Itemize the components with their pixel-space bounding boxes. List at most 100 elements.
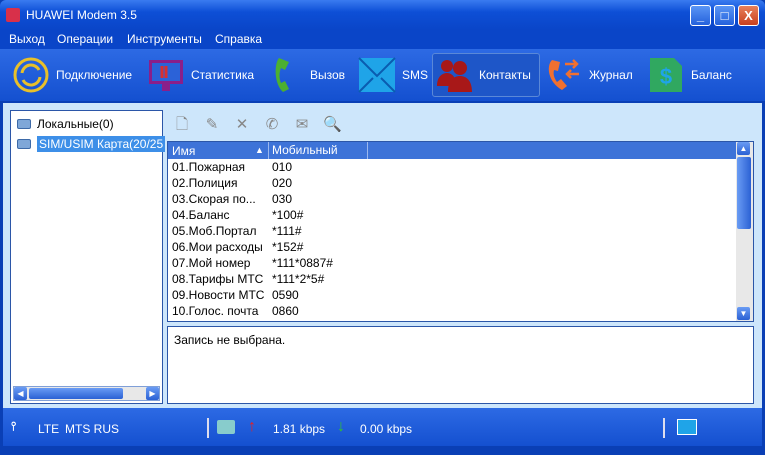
contact-mobile: *100# [272, 208, 304, 222]
upload-arrow-icon: ↑ [248, 418, 256, 435]
tree-item-label: SIM/USIM Карта(20/25 [37, 136, 166, 152]
contact-mobile: 0860 [272, 304, 299, 318]
toolbar-sms[interactable]: SMS [358, 53, 428, 97]
maximize-button[interactable]: □ [714, 5, 735, 26]
contact-detail: Запись не выбрана. [167, 326, 754, 404]
column-name[interactable]: Имя [172, 144, 195, 158]
statistics-icon [147, 56, 185, 94]
close-button[interactable]: X [738, 5, 759, 26]
separator [663, 418, 665, 438]
table-header: Имя ▲ Мобильный [168, 142, 736, 159]
contact-mobile: *111*0887# [272, 256, 333, 270]
column-mobile[interactable]: Мобильный [268, 142, 368, 159]
toolbar-connect-label: Подключение [56, 68, 133, 82]
table-row[interactable]: 09.Новости МТС 0590 [168, 287, 736, 303]
upload-speed: 1.81 kbps [273, 422, 326, 436]
toolbar-balance-label: Баланс [691, 68, 732, 82]
connect-icon [12, 56, 50, 94]
menu-bar: Выход Операции Инструменты Справка [0, 30, 765, 49]
contact-name: 03.Скорая по... [172, 192, 256, 206]
log-icon [545, 56, 583, 94]
menu-operations[interactable]: Операции [57, 32, 113, 46]
contact-name: 09.Новости МТС [172, 288, 265, 302]
balance-icon: $ [647, 56, 685, 94]
toolbar-statistics-label: Статистика [191, 68, 255, 82]
contact-name: 01.Пожарная [172, 160, 246, 174]
sms-icon [358, 56, 396, 94]
signal-icon: ⫯ [11, 419, 17, 433]
download-arrow-icon: ↓ [337, 418, 345, 435]
table-row[interactable]: 05.Моб.Портал *111# [168, 223, 736, 239]
app-icon [6, 8, 20, 22]
contact-name: 02.Полиция [172, 176, 238, 190]
scroll-thumb[interactable] [737, 157, 751, 229]
sort-ascending-icon: ▲ [255, 145, 264, 155]
contact-mobile: *111# [272, 224, 302, 238]
folder-icon [17, 119, 31, 129]
tree-item-local[interactable]: Локальные(0) [17, 116, 114, 132]
contact-name: 05.Моб.Портал [172, 224, 257, 238]
toolbar-statistics[interactable]: Статистика [147, 53, 254, 97]
contact-name: 08.Тарифы МТС [172, 272, 264, 286]
horizontal-scrollbar[interactable]: ◀ ▶ [13, 386, 160, 401]
delete-contact-icon[interactable]: ✕ [233, 116, 251, 134]
toolbar-log[interactable]: Журнал [545, 53, 633, 97]
scroll-up-button[interactable]: ▲ [737, 142, 750, 155]
svg-text:$: $ [660, 64, 672, 89]
contact-name: 04.Баланс [172, 208, 230, 222]
folder-open-icon [17, 139, 31, 149]
scroll-left-button[interactable]: ◀ [14, 387, 27, 400]
toolbar-balance[interactable]: $ Баланс [647, 53, 732, 97]
toolbar-call[interactable]: Вызов [268, 53, 345, 97]
phone-icon [268, 56, 304, 94]
main-toolbar: Подключение Статистика Вызов SMS Контакт… [0, 49, 765, 101]
toolbar-sms-label: SMS [402, 68, 429, 82]
table-row[interactable]: 01.Пожарная 010 [168, 159, 736, 175]
contacts-table: Имя ▲ Мобильный 01.Пожарная 010 02.Полиция… [167, 141, 754, 322]
call-contact-icon[interactable]: ✆ [263, 116, 281, 134]
contact-mobile: 0590 [272, 288, 299, 302]
message-icon[interactable] [677, 419, 697, 435]
contact-name: 10.Голос. почта [172, 304, 259, 318]
scroll-thumb[interactable] [29, 388, 123, 399]
tree-item-sim[interactable]: SIM/USIM Карта(20/25 [17, 136, 166, 152]
contact-mobile: *152# [272, 240, 304, 254]
connection-icon [217, 420, 235, 434]
scroll-right-button[interactable]: ▶ [146, 387, 159, 400]
menu-exit[interactable]: Выход [9, 32, 45, 46]
table-row[interactable]: 04.Баланс *100# [168, 207, 736, 223]
contact-mobile: 010 [272, 160, 293, 174]
send-sms-icon[interactable]: ✉ [293, 116, 311, 134]
contacts-icon [435, 56, 473, 94]
contact-mobile: 020 [272, 176, 293, 190]
edit-contact-icon[interactable]: ✎ [203, 116, 221, 134]
status-bar: ⫯ LTE MTS RUS ↑ 1.81 kbps ↓ 0.00 kbps [3, 408, 762, 446]
operator-name: MTS RUS [65, 422, 119, 436]
table-row[interactable]: 10.Голос. почта 0860 [168, 303, 736, 319]
toolbar-contacts-label: Контакты [479, 68, 531, 82]
vertical-scrollbar[interactable]: ▲ ▼ [736, 142, 753, 321]
menu-tools[interactable]: Инструменты [127, 32, 202, 46]
contacts-tree: Локальные(0) SIM/USIM Карта(20/25 ◀ ▶ [10, 110, 166, 404]
toolbar-log-label: Журнал [589, 68, 633, 82]
menu-help[interactable]: Справка [215, 32, 262, 46]
contact-name: 06.Мои расходы [172, 240, 263, 254]
contact-mobile: *111*2*5# [272, 272, 325, 286]
window-title: HUAWEI Modem 3.5 [26, 8, 137, 22]
minimize-button[interactable]: _ [690, 5, 711, 26]
contact-name: 07.Мой номер [172, 256, 251, 270]
search-icon[interactable]: 🔍 [323, 116, 342, 134]
table-row[interactable]: 06.Мои расходы *152# [168, 239, 736, 255]
scroll-down-button[interactable]: ▼ [737, 307, 750, 320]
table-row[interactable]: 07.Мой номер *111*0887# [168, 255, 736, 271]
tree-item-label: Локальные(0) [37, 117, 114, 131]
toolbar-connect[interactable]: Подключение [12, 53, 132, 97]
table-row[interactable]: 03.Скорая по... 030 [168, 191, 736, 207]
toolbar-call-label: Вызов [310, 68, 346, 82]
title-bar: HUAWEI Modem 3.5 _ □ X [0, 0, 765, 30]
table-row[interactable]: 02.Полиция 020 [168, 175, 736, 191]
network-type: LTE [38, 422, 60, 436]
new-contact-icon[interactable]: 🗋 [173, 116, 191, 134]
table-row[interactable]: 08.Тарифы МТС *111*2*5# [168, 271, 736, 287]
toolbar-contacts[interactable]: Контакты [432, 53, 540, 97]
